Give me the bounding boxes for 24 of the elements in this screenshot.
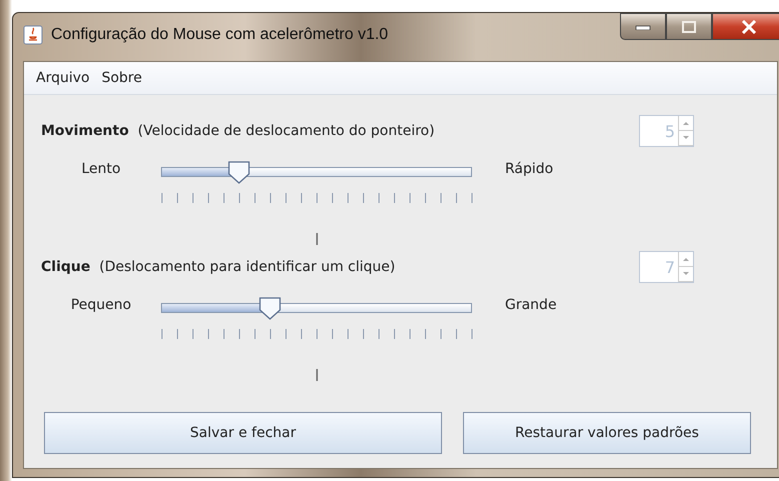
menu-item[interactable]: Arquivo [30,70,96,86]
menu-item[interactable]: Sobre [96,70,148,86]
down-arrow-icon [683,136,689,140]
close-icon [741,20,757,34]
setting-label: Clique (Deslocamento para identificar um clique) [41,259,396,275]
close-button[interactable] [712,13,779,40]
minimize-button[interactable] [620,13,666,40]
action-button[interactable]: Restaurar valores padrões [463,412,751,454]
maximize-icon [681,20,697,34]
max-label: Rápido [505,160,554,176]
max-label: Grande [505,296,557,312]
setting-label: Movimento (Velocidade de deslocamento do ponteiro) [41,123,435,139]
window-title: Configuração do Mouse com acelerômetro v1.0 [51,26,388,44]
maximize-button[interactable] [666,13,712,40]
slider[interactable] [161,160,472,184]
up-arrow-icon [683,257,689,261]
app-icon [23,25,43,45]
up-arrow-icon [683,121,689,125]
down-arrow-icon [683,272,689,276]
action-button[interactable]: Salvar e fechar [44,412,442,454]
slider[interactable] [161,296,472,320]
minimize-icon [635,24,651,30]
min-label: Pequeno [70,296,132,312]
min-label: Lento [80,160,122,176]
